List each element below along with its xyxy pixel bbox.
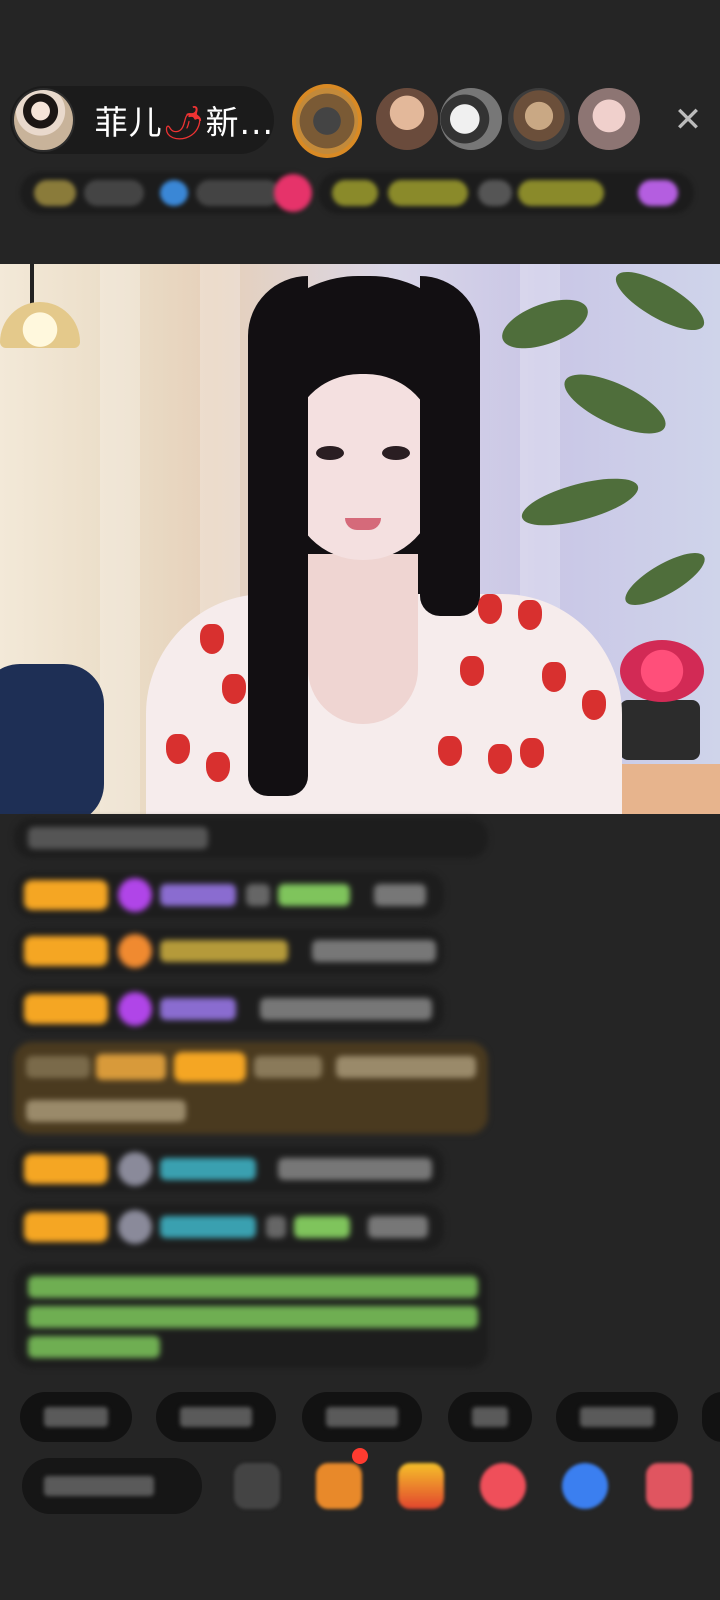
- viewer-avatar[interactable]: [578, 88, 640, 150]
- host-avatar-icon[interactable]: [12, 88, 75, 152]
- viewer-avatar[interactable]: [440, 88, 502, 150]
- chat-message: [14, 1204, 444, 1250]
- host-name-suffix: 新...: [205, 103, 274, 142]
- close-icon[interactable]: ✕: [668, 100, 708, 140]
- host-name: 菲儿🌶新...: [95, 96, 274, 144]
- red-envelope-icon[interactable]: [398, 1463, 444, 1509]
- more-icon[interactable]: [646, 1463, 692, 1509]
- microphone: [0, 664, 104, 814]
- chili-icon: 🌶: [162, 103, 206, 142]
- gift-icon[interactable]: [480, 1463, 526, 1509]
- chat-message: [14, 928, 444, 974]
- ranking-pill[interactable]: [318, 172, 694, 214]
- host-info-pill[interactable]: 菲儿🌶新...: [10, 86, 274, 154]
- stream-stats-pill[interactable]: [20, 172, 312, 214]
- chat-message: [14, 986, 444, 1032]
- quick-reply-button[interactable]: [556, 1392, 678, 1442]
- chat-message: [14, 818, 488, 858]
- quick-reply-button[interactable]: [156, 1392, 276, 1442]
- emoji-icon[interactable]: [234, 1463, 280, 1509]
- comment-input[interactable]: [22, 1458, 202, 1514]
- quick-reply-button[interactable]: [702, 1392, 720, 1442]
- quick-reply-button[interactable]: [302, 1392, 422, 1442]
- lamp: [0, 302, 80, 348]
- chat-message-highlight: [14, 1042, 488, 1134]
- viewer-avatar[interactable]: [292, 84, 362, 158]
- share-icon[interactable]: [562, 1463, 608, 1509]
- quick-reply-button[interactable]: [20, 1392, 132, 1442]
- chat-message: [14, 872, 444, 918]
- host-name-text: 菲儿: [94, 103, 163, 142]
- chat-message: [14, 1146, 444, 1192]
- quick-reply-button[interactable]: [448, 1392, 532, 1442]
- system-notice: [14, 1264, 488, 1368]
- live-video[interactable]: [0, 264, 720, 814]
- notification-dot: [352, 1448, 368, 1464]
- viewer-avatar[interactable]: [376, 88, 438, 150]
- gift-box-icon[interactable]: [316, 1463, 362, 1509]
- viewer-avatar[interactable]: [508, 88, 570, 150]
